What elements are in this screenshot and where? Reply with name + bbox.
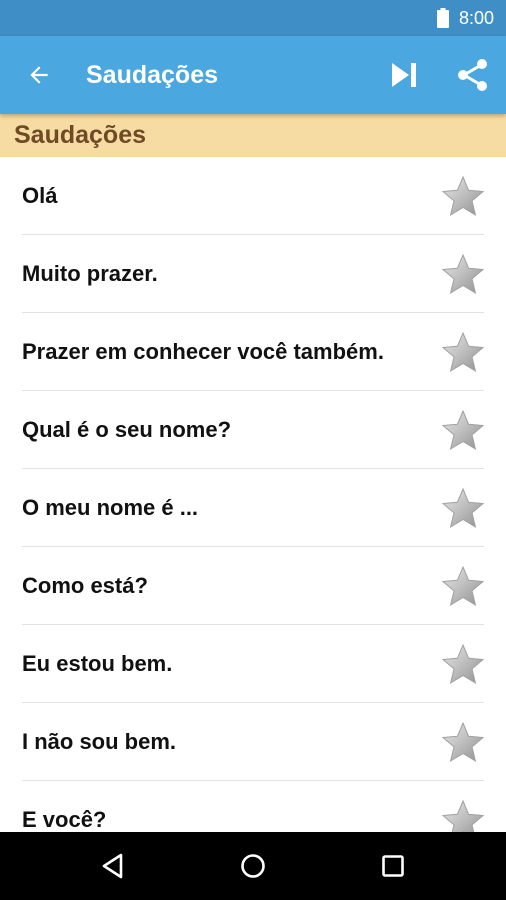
phrase-list: Olá Muito prazer. Prazer em conhecer voc… — [0, 157, 506, 832]
back-button[interactable] — [20, 56, 58, 94]
skip-next-icon — [392, 63, 416, 87]
home-circle-icon — [241, 854, 265, 878]
page-title: Saudações — [86, 61, 219, 89]
phrase-text: Eu estou bem. — [22, 651, 173, 676]
share-icon — [458, 59, 487, 91]
arrow-left-icon — [30, 66, 48, 84]
star-icon[interactable] — [441, 331, 485, 375]
star-icon[interactable] — [441, 799, 485, 832]
status-icons: 8:00 — [436, 0, 494, 36]
list-item[interactable]: E você? — [0, 781, 506, 832]
recents-square-icon — [382, 855, 404, 877]
list-item[interactable]: Como está? — [0, 547, 506, 625]
phrase-text: E você? — [22, 807, 107, 832]
app-bar: Saudações — [0, 36, 506, 114]
status-bar: 8:00 — [0, 0, 506, 36]
list-item[interactable]: O meu nome é ... — [0, 469, 506, 547]
section-title: Saudações — [14, 121, 147, 149]
phrase-text: O meu nome é ... — [22, 495, 199, 520]
phrase-text: I não sou bem. — [22, 729, 177, 754]
star-icon[interactable] — [441, 721, 485, 765]
skip-next-button[interactable] — [385, 56, 423, 94]
system-nav-bar — [0, 832, 506, 900]
nav-recents-button[interactable] — [373, 846, 413, 886]
star-icon[interactable] — [441, 487, 485, 531]
list-item[interactable]: Prazer em conhecer você também. — [0, 313, 506, 391]
list-item[interactable]: Olá — [0, 157, 506, 235]
list-item[interactable]: Muito prazer. — [0, 235, 506, 313]
section-header: Saudações — [0, 114, 506, 157]
phrase-text: Prazer em conhecer você também. — [22, 339, 384, 364]
phrase-text: Como está? — [22, 573, 148, 598]
star-icon[interactable] — [441, 565, 485, 609]
list-item[interactable]: I não sou bem. — [0, 703, 506, 781]
share-button[interactable] — [452, 56, 492, 94]
star-icon[interactable] — [441, 175, 485, 219]
list-item[interactable]: Qual é o seu nome? — [0, 391, 506, 469]
star-icon[interactable] — [441, 253, 485, 297]
phrase-text: Olá — [22, 183, 58, 208]
battery-icon — [436, 8, 449, 28]
list-item[interactable]: Eu estou bem. — [0, 625, 506, 703]
status-time: 8:00 — [458, 7, 494, 28]
star-icon[interactable] — [441, 409, 485, 453]
nav-back-button[interactable] — [93, 846, 133, 886]
nav-home-button[interactable] — [233, 846, 273, 886]
phrase-text: Qual é o seu nome? — [22, 417, 232, 442]
back-triangle-icon — [102, 853, 123, 879]
star-icon[interactable] — [441, 643, 485, 687]
phrase-text: Muito prazer. — [22, 261, 158, 286]
